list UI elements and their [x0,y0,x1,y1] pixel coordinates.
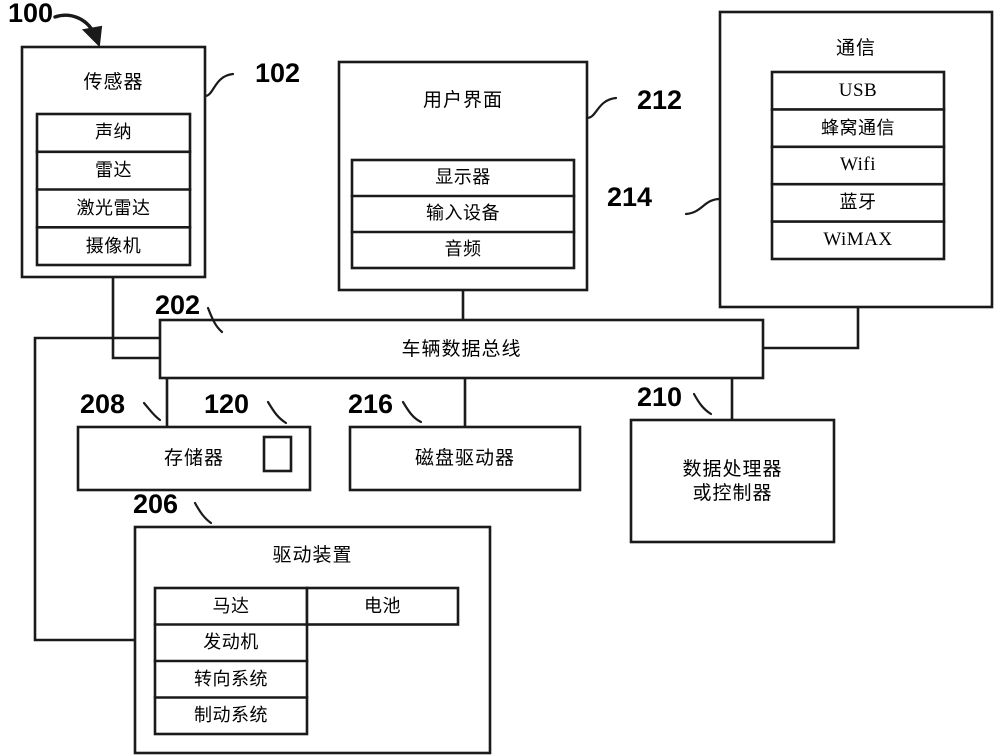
leader-212 [585,96,618,120]
memory-inner-ref-120: 120 [204,389,250,419]
memory-inner-cell-120 [262,435,293,473]
user-interface-list-box [350,158,576,270]
memory-ref-208: 208 [80,389,126,419]
leader-120 [266,400,288,425]
processor-ref-210: 210 [637,382,683,412]
processor-box [629,418,836,544]
figure-block-diagram: 100 传感器 声纳 雷达 激光雷达 摄像机 102 用户界面 显示器 输入设备… [0,0,1000,755]
communications-ref-214: 214 [607,182,653,212]
figure-100-arrowhead [81,25,103,48]
disk-drive-ref-216: 216 [348,389,394,419]
drive-unit-ref-206: 206 [133,489,179,519]
sensors-ref-102: 102 [255,58,301,88]
connector-sensors-to-bus [111,275,162,360]
figure-ref-100: 100 [8,0,54,28]
communications-list-box [770,70,946,261]
leader-210 [692,392,713,416]
leader-208 [142,401,162,422]
leader-102 [203,72,235,98]
diagram-vector-layer [20,10,994,755]
user-interface-ref-212: 212 [637,85,683,115]
leader-214 [684,197,722,216]
connector-comms-to-bus [761,305,860,350]
disk-drive-box [348,425,582,492]
drive-unit-battery-box [305,586,460,626]
leader-206 [193,501,213,525]
leader-216 [401,400,423,424]
vehicle-data-bus-box [158,318,765,380]
data-bus-ref-202: 202 [155,290,201,320]
